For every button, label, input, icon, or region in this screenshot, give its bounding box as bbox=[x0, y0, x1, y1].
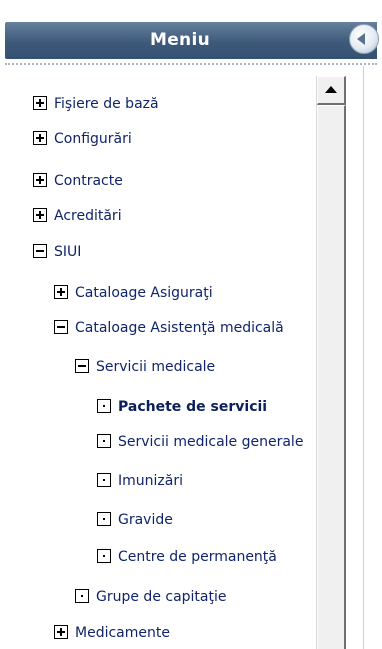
header-divider bbox=[5, 63, 377, 65]
menu-title: Meniu bbox=[150, 30, 210, 50]
minus-icon[interactable] bbox=[33, 244, 47, 258]
tree-item-label: Cataloage Asistenţă medicală bbox=[75, 320, 284, 336]
chevron-left-icon bbox=[357, 33, 365, 45]
menu-panel: Meniu Fişiere de bază Configurări Contra… bbox=[0, 0, 382, 649]
tree-item-label: Configurări bbox=[54, 131, 132, 147]
menu-tree: Fişiere de bază Configurări Contracte Ac… bbox=[0, 70, 316, 649]
plus-icon[interactable] bbox=[33, 96, 47, 110]
menu-header: Meniu bbox=[5, 22, 379, 59]
dot-icon bbox=[97, 399, 111, 413]
minus-icon[interactable] bbox=[75, 359, 89, 373]
vertical-scrollbar[interactable] bbox=[316, 76, 346, 649]
tree-item-label: SIUI bbox=[54, 244, 82, 260]
tree-item-label: Imunizări bbox=[118, 473, 183, 489]
dot-icon bbox=[75, 589, 89, 603]
scroll-up-button[interactable] bbox=[317, 76, 346, 105]
plus-icon[interactable] bbox=[33, 208, 47, 222]
scroll-thumb[interactable] bbox=[317, 105, 346, 649]
dot-icon bbox=[97, 434, 111, 448]
right-pane bbox=[346, 66, 382, 649]
tree-item-label: Grupe de capitaţie bbox=[96, 589, 227, 605]
dot-icon bbox=[97, 512, 111, 526]
tree-item-label: Centre de permanenţă bbox=[118, 549, 277, 565]
dot-icon bbox=[97, 473, 111, 487]
pane-divider bbox=[363, 66, 364, 649]
tree-item-label: Fişiere de bază bbox=[54, 96, 159, 112]
plus-icon[interactable] bbox=[33, 131, 47, 145]
tree-item-label-selected: Pachete de servicii bbox=[118, 399, 268, 415]
tree-item-label: Cataloage Asiguraţi bbox=[75, 285, 213, 301]
tree-item-label: Servicii medicale bbox=[96, 359, 216, 375]
tree-item-label: Acreditări bbox=[54, 208, 122, 224]
tree-item-label: Contracte bbox=[54, 173, 123, 189]
collapse-panel-button[interactable] bbox=[349, 24, 379, 54]
tree-item-label: Gravide bbox=[118, 512, 173, 528]
plus-icon[interactable] bbox=[33, 173, 47, 187]
minus-icon[interactable] bbox=[54, 320, 68, 334]
plus-icon[interactable] bbox=[54, 625, 68, 639]
dot-icon bbox=[97, 549, 111, 563]
tree-item-label: Medicamente bbox=[75, 625, 170, 641]
plus-icon[interactable] bbox=[54, 285, 68, 299]
tree-item-label: Servicii medicale generale bbox=[118, 434, 304, 450]
triangle-up-icon bbox=[325, 86, 337, 93]
